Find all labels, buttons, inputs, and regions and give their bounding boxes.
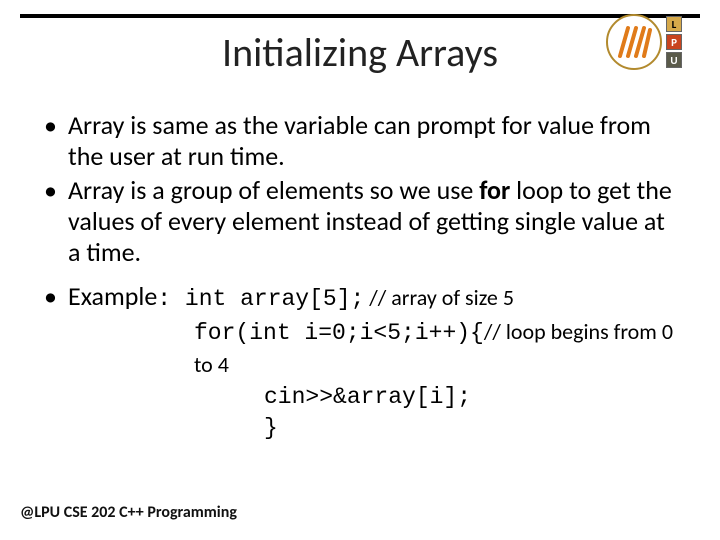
code-line-3: }	[194, 413, 680, 444]
slide-footer: @LPU CSE 202 C++ Programming	[20, 503, 237, 522]
code-line-2: cin>>&array[i];	[194, 382, 680, 413]
bullet-3-code: int array[5];	[185, 286, 364, 312]
code-block: for(int i=0;i<5;i++){// loop begins from…	[194, 317, 680, 443]
slide-body: Array is same as the variable can prompt…	[44, 110, 680, 444]
bullet-2-text-a: Array is a group of elements so we use	[68, 174, 479, 206]
bullet-3: Example: int array[5]; // array of size …	[44, 281, 680, 313]
bullet-3-colon: :	[157, 286, 185, 312]
header-rule	[20, 14, 700, 18]
code-line-1-code: for(int i=0;i<5;i++){	[194, 320, 484, 346]
bullet-3-label: Example	[68, 280, 157, 312]
bullet-3-comment: // array of size 5	[364, 284, 514, 311]
code-line-1: for(int i=0;i<5;i++){// loop begins from…	[194, 317, 680, 381]
bullet-1-text: Array is same as the variable can prompt…	[68, 109, 651, 172]
bullet-2-for: for	[479, 174, 510, 206]
slide-title: Initializing Arrays	[0, 28, 720, 77]
bullet-1: Array is same as the variable can prompt…	[44, 110, 680, 171]
bullet-2: Array is a group of elements so we use f…	[44, 175, 680, 267]
